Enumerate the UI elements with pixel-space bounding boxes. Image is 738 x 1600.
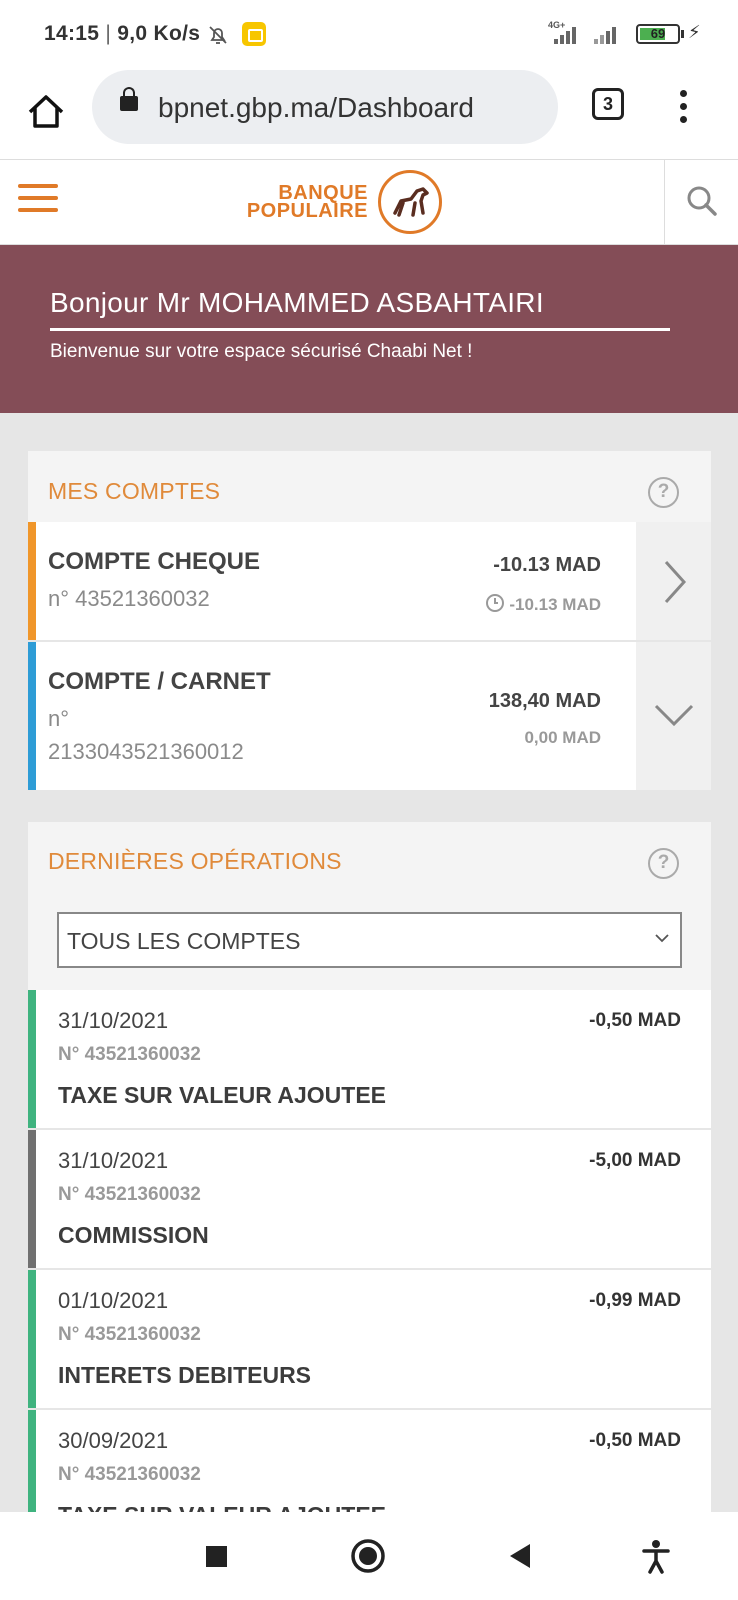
operation-date: 31/10/2021 — [58, 1148, 169, 1173]
account-balance: -10.13 MAD — [493, 554, 601, 576]
operation-date: 30/09/2021 — [58, 1428, 169, 1453]
search-button[interactable] — [664, 160, 738, 244]
account-color-bar — [28, 642, 36, 790]
clock: 14:15 — [44, 22, 100, 45]
battery-level: 69 — [650, 26, 666, 41]
chevron-down-icon — [654, 704, 694, 727]
operation-date: 01/10/2021 — [58, 1288, 169, 1313]
search-icon — [687, 186, 717, 216]
separator: | — [105, 22, 118, 45]
operation-color-bar — [28, 1270, 36, 1408]
account-filter-select[interactable]: TOUS LES COMPTES — [57, 912, 682, 968]
operation-account: N° 43521360032 — [58, 1324, 201, 1345]
operation-color-bar — [28, 1130, 36, 1268]
back-icon[interactable] — [500, 1536, 540, 1576]
operation-label: COMMISSION — [58, 1222, 209, 1248]
signal-icon-2 — [592, 24, 626, 44]
status-bar: 14:15 | 9,0 Ko/s 4G+ 69 ⚡ — [0, 0, 738, 70]
status-time: 14:15 | 9,0 Ko/s — [44, 22, 200, 46]
chevron-right-icon — [664, 560, 687, 604]
operation-label: TAXE SUR VALEUR AJOUTEE — [58, 1082, 386, 1108]
accessibility-icon[interactable] — [636, 1536, 676, 1576]
chevron-down-icon — [655, 934, 669, 943]
operation-amount: -5,00 MAD — [589, 1150, 681, 1171]
accounts-header: MES COMPTES ? — [28, 451, 711, 523]
signal-icon — [546, 24, 580, 44]
home-nav-icon[interactable] — [348, 1536, 388, 1576]
operation-date: 31/10/2021 — [58, 1008, 169, 1033]
address-bar[interactable]: bpnet.gbp.ma/Dashboard — [92, 70, 558, 144]
operation-account: N° 43521360032 — [58, 1464, 201, 1485]
operation-amount: -0,50 MAD — [589, 1430, 681, 1451]
operation-color-bar — [28, 990, 36, 1128]
operation-label: INTERETS DEBITEURS — [58, 1362, 312, 1388]
overflow-menu-icon[interactable] — [678, 88, 690, 124]
account-number: n° 43521360032 — [48, 586, 210, 611]
operation-row[interactable]: 31/10/2021 -0,50 MAD N° 43521360032 TAXE… — [28, 990, 711, 1128]
operation-row[interactable]: 01/10/2021 -0,99 MAD N° 43521360032 INTE… — [28, 1270, 711, 1408]
home-icon[interactable] — [22, 88, 70, 136]
accounts-title: MES COMPTES — [48, 478, 221, 504]
account-available: -10.13 MAD — [485, 593, 601, 615]
operation-row[interactable]: 31/10/2021 -5,00 MAD N° 43521360032 COMM… — [28, 1130, 711, 1268]
url-text: bpnet.gbp.ma/Dashboard — [158, 92, 474, 123]
account-balance: 138,40 MAD — [488, 690, 601, 712]
operations-title: DERNIÈRES OPÉRATIONS — [48, 848, 342, 874]
browser-toolbar: bpnet.gbp.ma/Dashboard 3 — [0, 70, 738, 160]
recents-icon[interactable] — [196, 1536, 236, 1576]
operation-amount: -0,99 MAD — [589, 1290, 681, 1311]
filter-value: TOUS LES COMPTES — [67, 928, 301, 954]
clock-icon — [486, 594, 505, 612]
horse-emblem-icon — [378, 170, 442, 234]
welcome-banner: Bonjour Mr MOHAMMED ASBAHTAIRI Bienvenue… — [0, 245, 738, 413]
divider — [50, 328, 670, 331]
account-row[interactable]: COMPTE CHEQUE n° 43521360032 -10.13 MAD … — [28, 522, 711, 640]
account-available: 0,00 MAD — [524, 728, 601, 747]
system-nav-bar — [0, 1512, 738, 1600]
available-amount: -10.13 MAD — [509, 595, 601, 614]
account-name: COMPTE CHEQUE — [48, 548, 261, 575]
account-row[interactable]: COMPTE / CARNET n° 2133043521360012 138,… — [28, 642, 711, 790]
lock-icon — [120, 87, 138, 111]
network-speed: 9,0 Ko/s — [117, 22, 201, 45]
account-details-button[interactable] — [636, 522, 711, 640]
account-color-bar — [28, 522, 36, 640]
welcome-subtitle: Bienvenue sur votre espace sécurisé Chaa… — [50, 341, 473, 362]
charging-icon: ⚡ — [688, 22, 701, 42]
bell-off-icon — [209, 26, 227, 44]
app-notification-icon — [242, 22, 266, 46]
help-icon[interactable]: ? — [648, 848, 679, 879]
site-header: BANQUE POPULAIRE — [0, 160, 738, 245]
operation-account: N° 43521360032 — [58, 1184, 201, 1205]
account-expand-button[interactable] — [636, 642, 711, 790]
account-number-prefix: n° — [48, 706, 70, 731]
operation-account: N° 43521360032 — [58, 1044, 201, 1065]
bank-logo[interactable]: BANQUE POPULAIRE — [208, 168, 448, 238]
hamburger-menu-icon[interactable] — [18, 182, 58, 214]
logo-text-line2: POPULAIRE — [246, 200, 368, 222]
account-name: COMPTE / CARNET — [48, 668, 271, 695]
battery-icon: 69 — [636, 24, 684, 44]
help-icon[interactable]: ? — [648, 477, 679, 508]
account-number: 2133043521360012 — [48, 739, 244, 764]
tabs-button[interactable]: 3 — [592, 88, 624, 120]
greeting: Bonjour Mr MOHAMMED ASBAHTAIRI — [50, 287, 544, 318]
operation-amount: -0,50 MAD — [589, 1010, 681, 1031]
